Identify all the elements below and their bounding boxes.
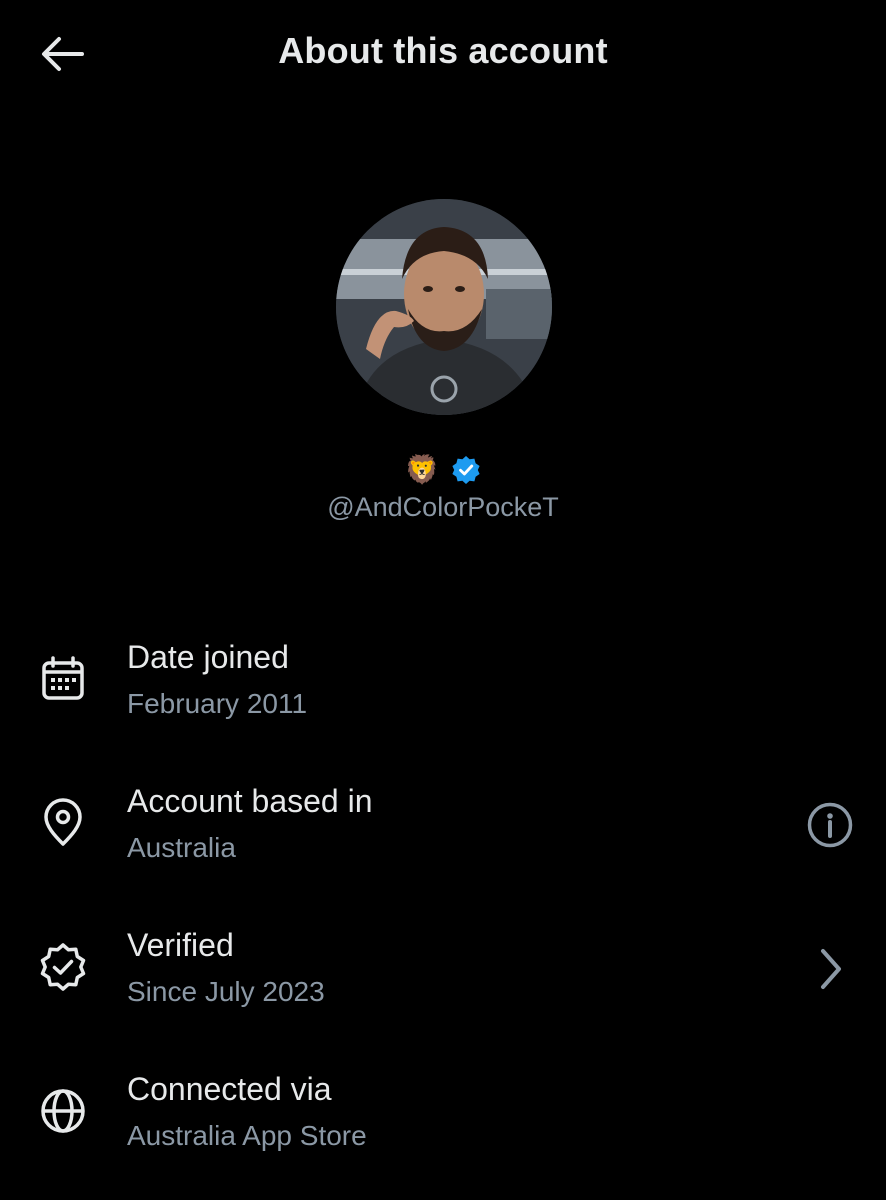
row-title: Connected via — [127, 1071, 332, 1107]
row-date-joined: Date joined February 2011 — [0, 625, 886, 745]
lion-emoji: 🦁 — [404, 454, 440, 485]
calendar-icon — [42, 656, 84, 700]
row-subtitle: Australia App Store — [127, 1120, 367, 1151]
avatar — [336, 199, 552, 415]
row-verified[interactable]: Verified Since July 2023 — [0, 913, 886, 1033]
row-icon-wrap — [36, 1084, 90, 1138]
location-pin-icon — [44, 798, 82, 846]
row-connected-via: Connected via Australia App Store — [0, 1057, 886, 1177]
row-subtitle: Australia — [127, 832, 236, 863]
profile-photo — [336, 199, 552, 415]
info-icon — [807, 802, 853, 848]
verified-seal-icon — [40, 943, 86, 991]
row-icon-wrap — [36, 652, 90, 706]
row-title: Date joined — [127, 639, 289, 675]
name-badges: 🦁 — [0, 453, 886, 487]
chevron-right-icon — [821, 949, 841, 989]
row-account-based-in: Account based in Australia — [0, 769, 886, 889]
row-title: Verified — [127, 927, 234, 963]
row-title: Account based in — [127, 783, 373, 819]
row-icon-wrap — [36, 940, 90, 994]
about-account-page: About this account 🦁 @AndColorPockeT Dat… — [0, 0, 886, 1200]
globe-icon — [41, 1089, 85, 1133]
row-subtitle: Since July 2023 — [127, 976, 325, 1007]
row-subtitle: February 2011 — [127, 688, 308, 719]
verified-details-button[interactable] — [802, 941, 858, 997]
username-handle[interactable]: @AndColorPockeT — [0, 492, 886, 523]
verified-badge-icon[interactable] — [451, 455, 481, 485]
row-icon-wrap — [36, 796, 90, 850]
header: About this account — [0, 0, 886, 110]
info-button[interactable] — [802, 797, 858, 853]
page-title: About this account — [278, 30, 608, 71]
